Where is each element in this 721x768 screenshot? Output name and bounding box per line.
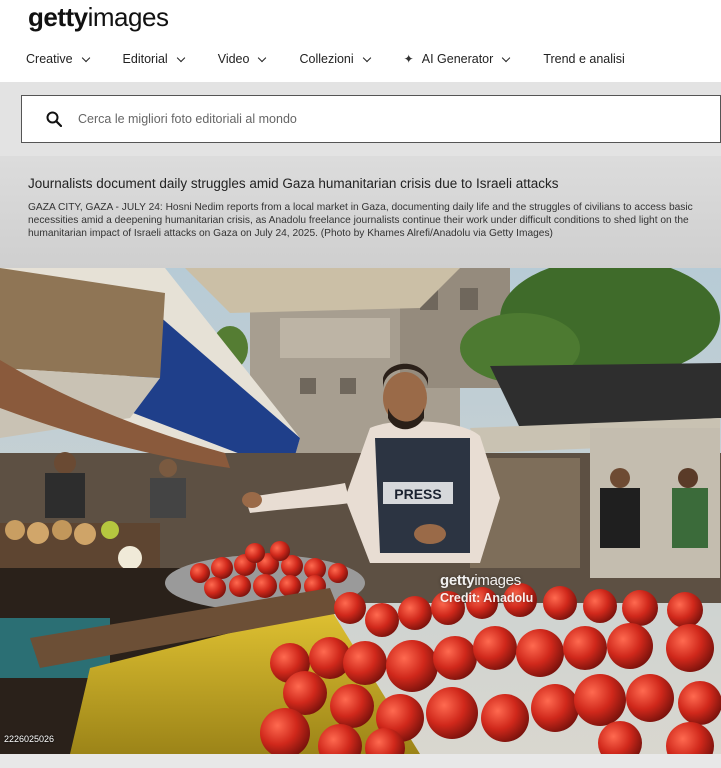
caption-body: GAZA CITY, GAZA - JULY 24: Hosni Nedim r…: [28, 202, 693, 239]
nav-label: Collezioni: [299, 52, 354, 66]
nav-label: Creative: [26, 52, 73, 66]
chevron-down-icon: [81, 53, 90, 62]
getty-images-logo[interactable]: gettyimages: [28, 2, 169, 33]
nav-item-ai-generator[interactable]: ✦ AI Generator: [403, 52, 511, 66]
chevron-down-icon: [176, 53, 185, 62]
getty-watermark: gettyimages Credit: Anadolu: [440, 572, 533, 605]
market-scene-illustration: PRESS: [0, 268, 721, 754]
search-bar[interactable]: [21, 95, 721, 143]
search-icon[interactable]: [46, 111, 62, 127]
logo-bold-text: getty: [28, 2, 88, 32]
chevron-down-icon: [502, 53, 511, 62]
site-header: gettyimages Creative Editorial Video Col…: [0, 0, 721, 82]
nav-item-creative[interactable]: Creative: [26, 52, 90, 66]
nav-label: Editorial: [122, 52, 168, 66]
editorial-photo[interactable]: PRESS: [0, 268, 721, 754]
watermark-credit: Credit: Anadolu: [440, 591, 534, 605]
nav-label: AI Generator: [421, 52, 494, 66]
watermark-logo-bold: getty: [440, 572, 475, 589]
search-input[interactable]: [78, 108, 678, 130]
nav-item-editorial[interactable]: Editorial: [122, 52, 185, 66]
bottom-strip: [0, 754, 721, 768]
image-id: 2226025026: [4, 734, 55, 744]
logo-light-text: images: [87, 2, 169, 32]
nav-label: Video: [217, 52, 250, 66]
main-nav: Creative Editorial Video Collezioni ✦ AI…: [26, 52, 659, 66]
watermark-logo-light: images: [474, 572, 521, 589]
nav-label: Trend e analisi: [543, 52, 625, 66]
press-vest-label: PRESS: [394, 486, 441, 502]
chevron-down-icon: [258, 53, 267, 62]
watermark-logo: gettyimages: [440, 572, 533, 589]
nav-item-collezioni[interactable]: Collezioni: [299, 52, 371, 66]
caption-title: Journalists document daily struggles ami…: [28, 176, 559, 191]
chevron-down-icon: [362, 53, 371, 62]
nav-item-trend-e-analisi[interactable]: Trend e analisi: [543, 52, 625, 66]
sparkle-icon: ✦: [403, 52, 414, 66]
nav-item-video[interactable]: Video: [217, 52, 267, 66]
